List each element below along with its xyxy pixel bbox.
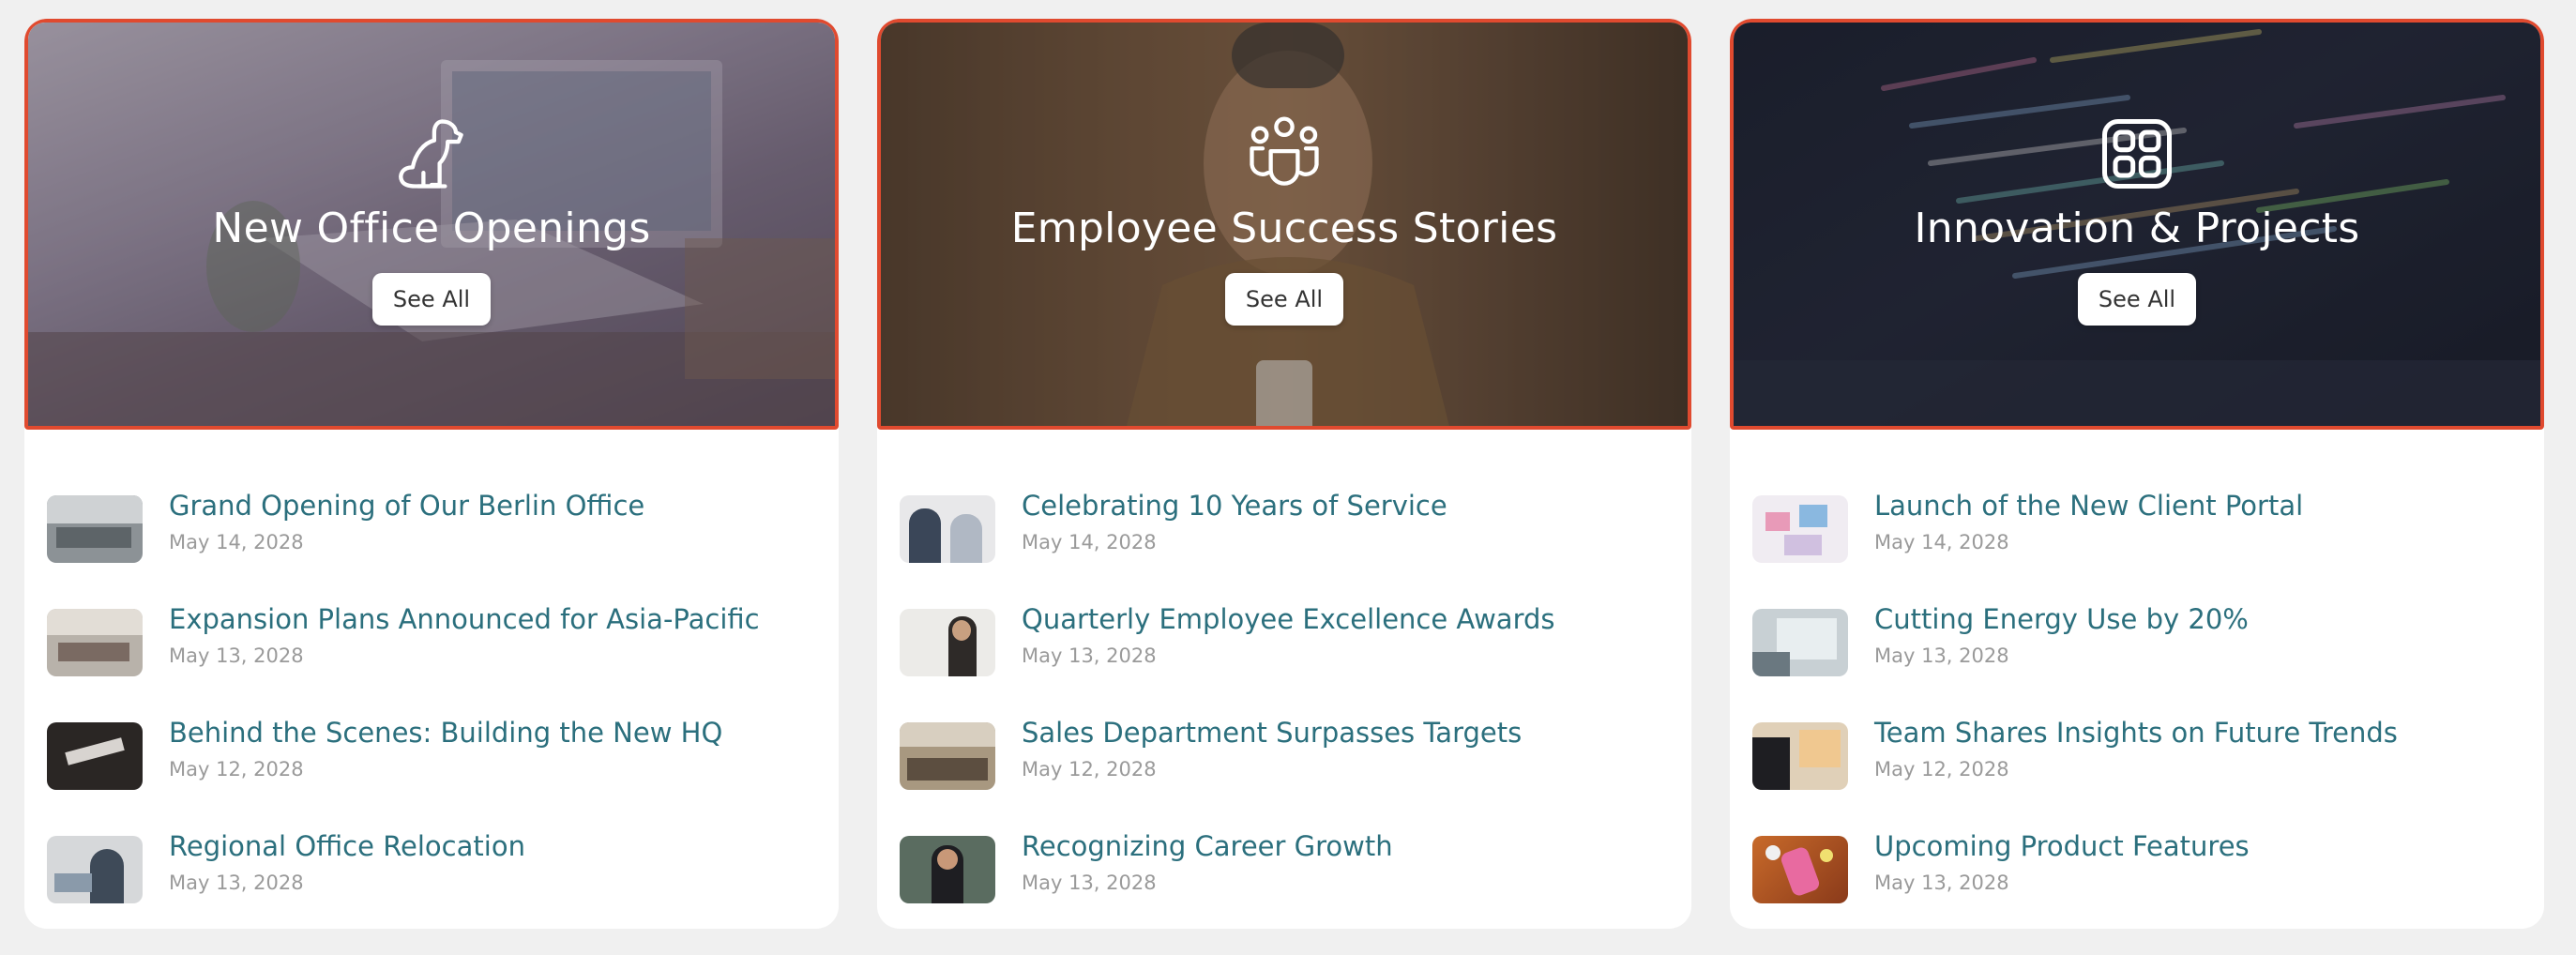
article-date: May 13, 2028: [1022, 644, 1157, 667]
article-title-link[interactable]: Regional Office Relocation: [169, 828, 525, 864]
article-thumbnail[interactable]: [900, 836, 995, 903]
article-list: Launch of the New Client Portal May 14, …: [1752, 488, 2522, 929]
hero-content: New Office Openings See All: [28, 23, 835, 426]
article-thumbnail[interactable]: [1752, 495, 1848, 563]
list-item[interactable]: Regional Office Relocation May 13, 2028: [47, 828, 816, 929]
see-all-button[interactable]: See All: [2077, 272, 2197, 326]
article-thumbnail[interactable]: [47, 609, 143, 676]
article-date: May 13, 2028: [1874, 644, 2009, 667]
article-date: May 14, 2028: [1874, 531, 2009, 553]
article-thumbnail[interactable]: [47, 722, 143, 790]
article-thumbnail[interactable]: [1752, 609, 1848, 676]
article-title-link[interactable]: Grand Opening of Our Berlin Office: [169, 488, 644, 523]
card-title: New Office Openings: [212, 204, 651, 252]
article-title-link[interactable]: Recognizing Career Growth: [1022, 828, 1393, 864]
article-date: May 12, 2028: [169, 758, 304, 781]
category-card-new-office: New Office Openings See All Grand Openin…: [24, 19, 839, 929]
article-thumbnail[interactable]: [900, 609, 995, 676]
hero-content: Innovation & Projects See All: [1734, 23, 2540, 426]
article-title-link[interactable]: Behind the Scenes: Building the New HQ: [169, 715, 722, 750]
category-card-employee-success: Employee Success Stories See All Celebra…: [877, 19, 1691, 929]
article-date: May 12, 2028: [1874, 758, 2009, 781]
hero-banner[interactable]: Employee Success Stories See All: [877, 19, 1691, 430]
article-title-link[interactable]: Upcoming Product Features: [1874, 828, 2250, 864]
list-item[interactable]: Grand Opening of Our Berlin Office May 1…: [47, 488, 816, 601]
dog-icon: [399, 118, 463, 189]
article-thumbnail[interactable]: [47, 495, 143, 563]
article-title-link[interactable]: Expansion Plans Announced for Asia-Pacif…: [169, 601, 760, 637]
article-date: May 13, 2028: [169, 872, 304, 894]
article-thumbnail[interactable]: [900, 495, 995, 563]
article-title-link[interactable]: Sales Department Surpasses Targets: [1022, 715, 1522, 750]
article-date: May 12, 2028: [1022, 758, 1157, 781]
article-list: Celebrating 10 Years of Service May 14, …: [900, 488, 1669, 929]
article-date: May 13, 2028: [169, 644, 304, 667]
article-date: May 13, 2028: [1022, 872, 1157, 894]
list-item[interactable]: Celebrating 10 Years of Service May 14, …: [900, 488, 1669, 601]
article-title-link[interactable]: Celebrating 10 Years of Service: [1022, 488, 1447, 523]
list-item[interactable]: Recognizing Career Growth May 13, 2028: [900, 828, 1669, 929]
hero-banner[interactable]: New Office Openings See All: [24, 19, 839, 430]
see-all-button[interactable]: See All: [1224, 272, 1344, 326]
article-thumbnail[interactable]: [900, 722, 995, 790]
article-list: Grand Opening of Our Berlin Office May 1…: [47, 488, 816, 929]
hero-content: Employee Success Stories See All: [881, 23, 1688, 426]
grid-apps-icon: [2101, 118, 2173, 189]
list-item[interactable]: Upcoming Product Features May 13, 2028: [1752, 828, 2522, 929]
hero-banner[interactable]: Innovation & Projects See All: [1730, 19, 2544, 430]
article-title-link[interactable]: Launch of the New Client Portal: [1874, 488, 2303, 523]
people-group-icon: [1250, 115, 1319, 186]
article-thumbnail[interactable]: [47, 836, 143, 903]
category-card-innovation: Innovation & Projects See All Launch of …: [1730, 19, 2544, 929]
list-item[interactable]: Sales Department Surpasses Targets May 1…: [900, 715, 1669, 828]
article-title-link[interactable]: Team Shares Insights on Future Trends: [1874, 715, 2398, 750]
list-item[interactable]: Launch of the New Client Portal May 14, …: [1752, 488, 2522, 601]
article-title-link[interactable]: Cutting Energy Use by 20%: [1874, 601, 2249, 637]
article-date: May 14, 2028: [169, 531, 304, 553]
list-item[interactable]: Cutting Energy Use by 20% May 13, 2028: [1752, 601, 2522, 715]
list-item[interactable]: Team Shares Insights on Future Trends Ma…: [1752, 715, 2522, 828]
article-date: May 13, 2028: [1874, 872, 2009, 894]
list-item[interactable]: Quarterly Employee Excellence Awards May…: [900, 601, 1669, 715]
card-title: Innovation & Projects: [1914, 204, 2360, 252]
article-title-link[interactable]: Quarterly Employee Excellence Awards: [1022, 601, 1555, 637]
list-item[interactable]: Behind the Scenes: Building the New HQ M…: [47, 715, 816, 828]
article-thumbnail[interactable]: [1752, 836, 1848, 903]
article-thumbnail[interactable]: [1752, 722, 1848, 790]
see-all-button[interactable]: See All: [371, 272, 492, 326]
article-date: May 14, 2028: [1022, 531, 1157, 553]
card-title: Employee Success Stories: [1010, 204, 1558, 252]
list-item[interactable]: Expansion Plans Announced for Asia-Pacif…: [47, 601, 816, 715]
